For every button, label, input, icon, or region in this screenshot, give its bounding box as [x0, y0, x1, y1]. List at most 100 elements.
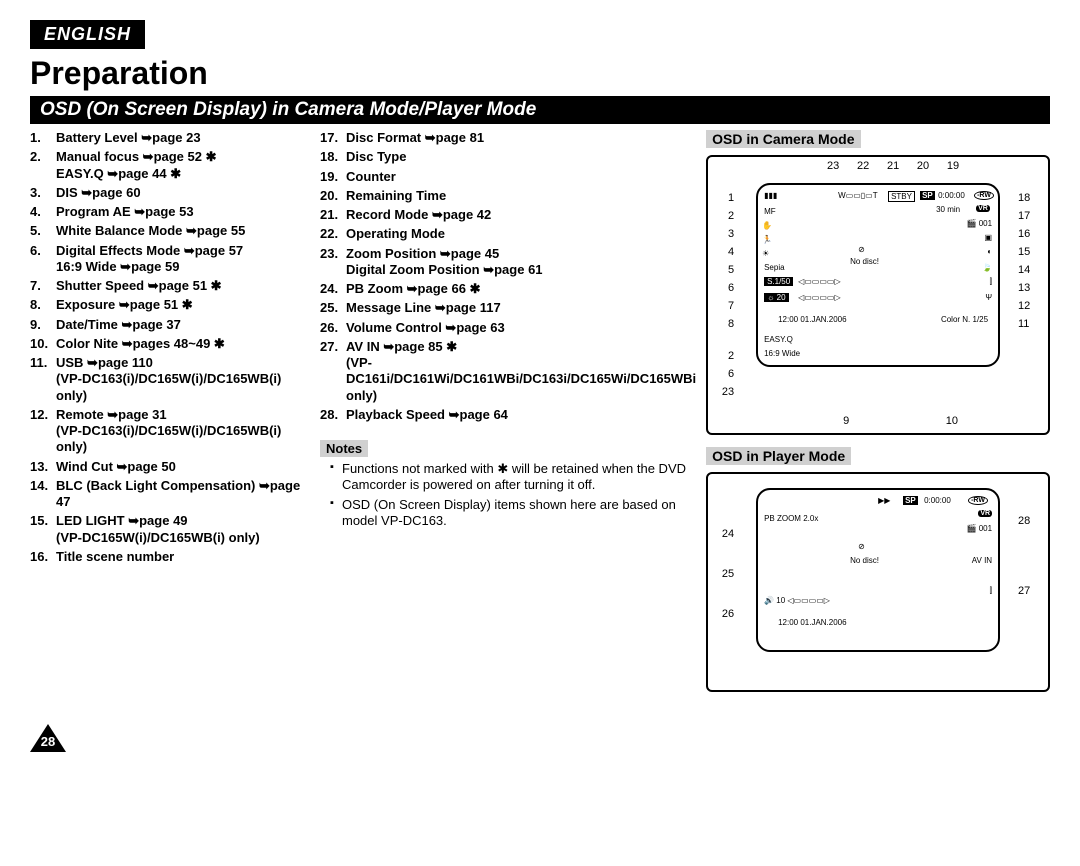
- colornite-text: Color N. 1/25: [941, 315, 988, 324]
- callout-item: 9.Date/Time ➥page 37: [30, 317, 310, 333]
- callout-text: Playback Speed ➥page 64: [346, 407, 508, 422]
- pb-title: 🎬 001: [967, 524, 993, 533]
- callout-text: Battery Level ➥page 23: [56, 130, 201, 145]
- callout-number: 28: [1018, 486, 1042, 556]
- callout-item: 5.White Balance Mode ➥page 55: [30, 223, 310, 239]
- pb-play-icon: ▶▶: [878, 496, 890, 505]
- callout-item: 6.Digital Effects Mode ➥page 5716:9 Wide…: [30, 243, 310, 276]
- callout-number: 25: [714, 554, 734, 594]
- page-number-badge: 28: [30, 724, 66, 752]
- camera-panel-label: OSD in Camera Mode: [706, 130, 860, 148]
- callout-item: 15.LED LIGHT ➥page 49(VP-DC165W(i)/DC165…: [30, 513, 310, 546]
- blc-icon: ◐: [987, 247, 992, 256]
- callout-item: 1. Battery Level ➥page 23: [30, 130, 310, 146]
- callout-text: Remaining Time: [346, 188, 446, 203]
- callout-text: BLC (Back Light Compensation) ➥page 47: [56, 478, 300, 509]
- callout-item: 23.Zoom Position ➥page 45Digital Zoom Po…: [320, 246, 696, 279]
- player-panel-label: OSD in Player Mode: [706, 447, 851, 465]
- callout-text: LED LIGHT ➥page 49: [56, 513, 188, 528]
- callout-subtext: (VP-DC161i/DC161Wi/DC161WBi/DC163i/DC165…: [346, 355, 696, 404]
- callout-number: 10.: [30, 336, 48, 352]
- exposure-text: ☼ 20: [764, 293, 788, 302]
- callout-item: 21.Record Mode ➥page 42: [320, 207, 696, 223]
- callout-text: USB ➥page 110: [56, 355, 153, 370]
- callout-number: 27.: [320, 339, 338, 355]
- callout-item: 27. AV IN ➥page 85 ✱(VP-DC161i/DC161Wi/DC…: [320, 339, 696, 404]
- callout-number: 28.: [320, 407, 338, 423]
- pb-vol: 🔊 10 ◁▭▭▭▭▷: [764, 596, 830, 605]
- callout-number: 3.: [30, 185, 41, 201]
- callout-item: 16.Title scene number: [30, 549, 310, 565]
- callout-number: 8.: [30, 297, 41, 313]
- wb-icon: ☀: [762, 249, 769, 258]
- notes-list: Functions not marked with ✱ will be reta…: [320, 461, 696, 529]
- vr-label: VR: [976, 205, 990, 212]
- callout-item: 25.Message Line ➥page 117: [320, 300, 696, 316]
- callout-item: 3.DIS ➥page 60: [30, 185, 310, 201]
- section-header: OSD (On Screen Display) in Camera Mode/P…: [30, 96, 1050, 124]
- callout-number: 4.: [30, 204, 41, 220]
- callout-item: 11.USB ➥page 110(VP-DC163(i)/DC165W(i)/D…: [30, 355, 310, 404]
- callout-subtext: Digital Zoom Position ➥page 61: [346, 262, 696, 278]
- callout-number: 18: [1018, 189, 1042, 207]
- pb-disc: -RW: [968, 496, 988, 505]
- callout-number: 9.: [30, 317, 41, 333]
- callout-number: 17.: [320, 130, 338, 146]
- dis-icon: ✋: [762, 221, 772, 230]
- callout-item: 24. PB Zoom ➥page 66 ✱: [320, 281, 696, 297]
- callout-number: 16: [1018, 225, 1042, 243]
- player-diagram: 242526 2827 ▶▶ SP 0:00:00 -RW VR PB ZOOM…: [706, 472, 1050, 692]
- callout-number: 23: [714, 383, 734, 401]
- callout-number: 6: [714, 365, 734, 383]
- nodisc-icon: ⊘: [858, 245, 865, 254]
- callout-number: 4: [714, 243, 734, 261]
- callout-number: 24.: [320, 281, 338, 297]
- callout-number: 20.: [320, 188, 338, 204]
- callout-number: 24: [714, 514, 734, 554]
- slider-a-icon: ◁▭▭▭▭▷: [798, 277, 841, 286]
- callout-number: 26.: [320, 320, 338, 336]
- player-screen: ▶▶ SP 0:00:00 -RW VR PB ZOOM 2.0x 🎬 001 …: [756, 488, 1000, 652]
- callout-number: 19: [947, 160, 959, 172]
- callout-text: AV IN ➥page 85 ✱: [346, 339, 457, 354]
- callout-number: 13: [1018, 279, 1042, 297]
- callout-text: PB Zoom ➥page 66 ✱: [346, 281, 480, 296]
- disc-label: -RW: [974, 191, 994, 200]
- callout-item: 10.Color Nite ➥pages 48~49 ✱: [30, 336, 310, 352]
- callout-text: Message Line ➥page 117: [346, 300, 501, 315]
- callout-item: 18.Disc Type: [320, 149, 696, 165]
- callout-number: 20: [917, 160, 929, 172]
- page-number: 28: [38, 734, 58, 749]
- callout-item: 19.Counter: [320, 169, 696, 185]
- manual-focus-icon: MF: [764, 207, 776, 216]
- callout-item: 26.Volume Control ➥page 63: [320, 320, 696, 336]
- callout-number: 18.: [320, 149, 338, 165]
- callout-item: 2.Manual focus ➥page 52 ✱EASY.Q ➥page 44…: [30, 149, 310, 182]
- callout-number: 5: [714, 261, 734, 279]
- zoom-scale-icon: W▭▭▯▭T: [838, 191, 878, 200]
- callout-number: 2: [714, 347, 734, 365]
- callout-number: 19.: [320, 169, 338, 185]
- camera-bottom-10: 10: [946, 415, 958, 427]
- title-num: 🎬 001: [967, 219, 993, 228]
- diagrams-column: OSD in Camera Mode 2322212019 12345678 1…: [706, 130, 1050, 704]
- callout-item: 28. Playback Speed ➥page 64: [320, 407, 696, 423]
- callout-number: 8: [714, 315, 734, 333]
- callout-item: 7.Shutter Speed ➥page 51 ✱: [30, 278, 310, 294]
- callout-text: Title scene number: [56, 549, 174, 564]
- callout-item: 17.Disc Format ➥page 81: [320, 130, 696, 146]
- callout-number: 21.: [320, 207, 338, 223]
- callout-subtext: (VP-DC163(i)/DC165W(i)/DC165WB(i) only): [56, 423, 310, 456]
- callout-text: Manual focus ➥page 52 ✱: [56, 149, 217, 164]
- callout-number: 7.: [30, 278, 41, 294]
- note-item: OSD (On Screen Display) items shown here…: [330, 497, 696, 530]
- nodisc-text: No disc!: [850, 257, 879, 266]
- callout-subtext: EASY.Q ➥page 44 ✱: [56, 166, 310, 182]
- callout-number: 1.: [30, 130, 41, 146]
- callout-subtext: (VP-DC163(i)/DC165W(i)/DC165WB(i) only): [56, 371, 310, 404]
- callout-list-col1: 1. Battery Level ➥page 23 2.Manual focus ➥…: [30, 130, 310, 704]
- callout-item: 22.Operating Mode: [320, 226, 696, 242]
- usb-icon: Ψ: [985, 293, 992, 302]
- stby-text: STBY: [888, 191, 915, 202]
- callout-text: Exposure ➥page 51 ✱: [56, 297, 193, 312]
